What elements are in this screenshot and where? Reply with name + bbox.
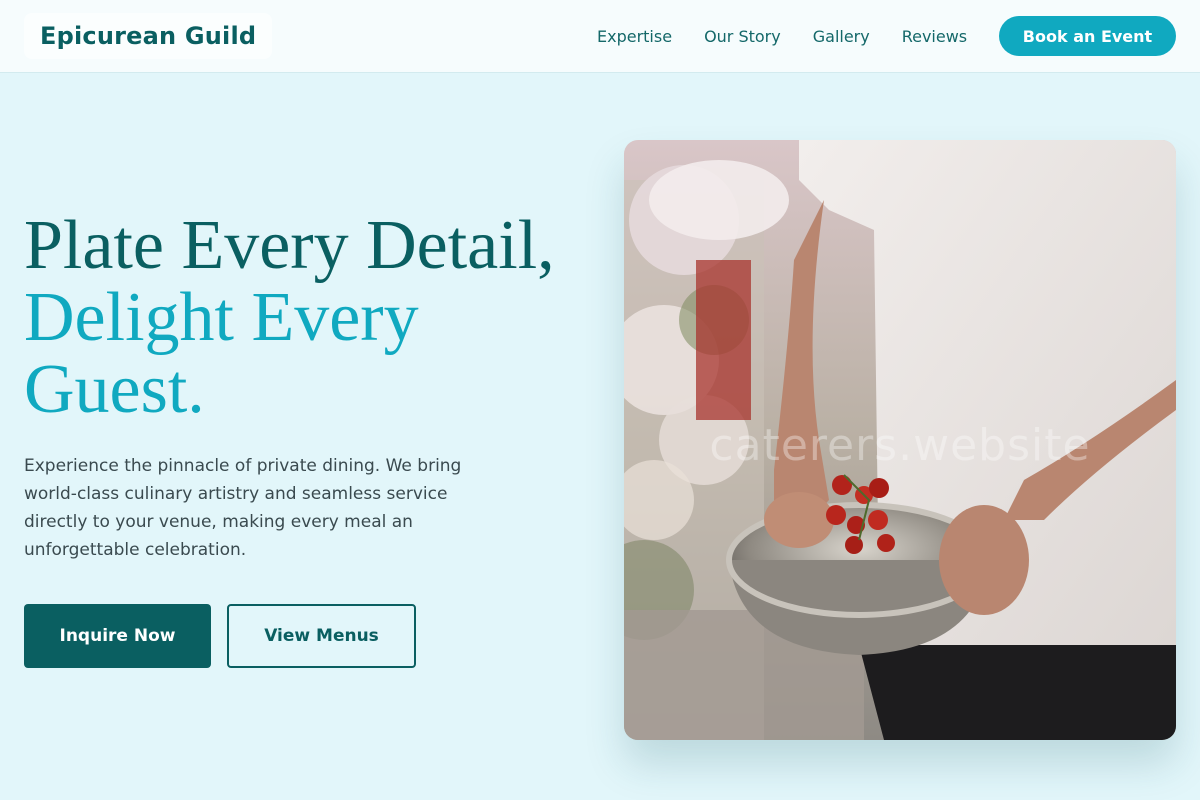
- view-menus-button[interactable]: View Menus: [227, 604, 416, 668]
- nav-link-our-story[interactable]: Our Story: [704, 27, 781, 46]
- inquire-now-button[interactable]: Inquire Now: [24, 604, 211, 668]
- site-header: Epicurean Guild Expertise Our Story Gall…: [0, 0, 1200, 73]
- nav-link-gallery[interactable]: Gallery: [813, 27, 870, 46]
- book-event-button[interactable]: Book an Event: [999, 16, 1176, 56]
- nav-link-expertise[interactable]: Expertise: [597, 27, 672, 46]
- hero-headline-line2: Delight Every Guest.: [24, 279, 419, 428]
- main-nav: Expertise Our Story Gallery Reviews: [597, 0, 967, 72]
- hero-headline: Plate Every Detail, Delight Every Guest.: [24, 210, 604, 426]
- nav-link-reviews[interactable]: Reviews: [902, 27, 967, 46]
- hero-headline-line1: Plate Every Detail,: [24, 207, 555, 284]
- hero-image: caterers.website: [624, 140, 1176, 740]
- brand-logo[interactable]: Epicurean Guild: [24, 13, 273, 59]
- hero-description: Experience the pinnacle of private dinin…: [24, 456, 462, 560]
- image-watermark: caterers.website: [709, 420, 1091, 471]
